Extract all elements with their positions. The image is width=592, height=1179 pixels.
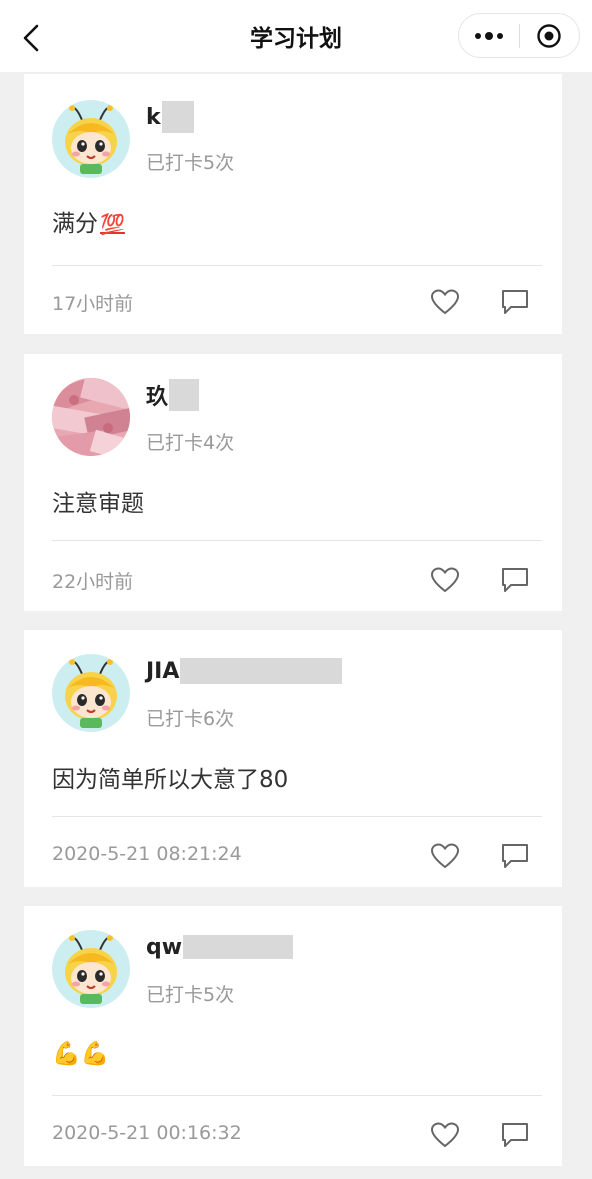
checkin-count: 已打卡5次 [146, 152, 235, 174]
avatar[interactable] [52, 930, 130, 1008]
more-dot [484, 31, 493, 40]
heart-icon [430, 289, 460, 315]
comment-icon [502, 290, 528, 314]
more-button[interactable] [459, 14, 519, 57]
post-card[interactable]: qw 已打卡5次 💪💪 2020-5-21 00:16:32 [24, 906, 562, 1166]
username-text: qw [146, 934, 183, 960]
post-content: 注意审题 [52, 491, 144, 517]
post-content: 满分 💯 [52, 204, 125, 238]
heart-icon [430, 843, 460, 869]
redaction-mask [161, 101, 194, 133]
like-button[interactable] [430, 1121, 460, 1149]
avatar[interactable] [52, 100, 130, 178]
post-time: 2020-5-21 00:16:32 [52, 1122, 242, 1144]
post-text: 满分 [52, 211, 98, 237]
checkin-count: 已打卡6次 [146, 708, 235, 730]
divider [52, 265, 542, 266]
username[interactable]: qw [146, 930, 294, 964]
post-time: 2020-5-21 08:21:24 [52, 843, 242, 865]
like-button[interactable] [430, 566, 460, 594]
post-content: 💪💪 [52, 1041, 110, 1067]
heart-icon [430, 567, 460, 593]
top-nav-bar: 学习计划 [0, 0, 592, 72]
post-card[interactable]: 玖 已打卡4次 注意审题 22小时前 [24, 354, 562, 611]
divider [52, 1095, 542, 1096]
username[interactable]: JIA [146, 654, 343, 688]
username[interactable]: k [146, 100, 194, 134]
bee-avatar-image [52, 930, 130, 1008]
checkin-count: 已打卡4次 [146, 432, 235, 454]
post-card[interactable]: k 已打卡5次 满分 💯 17小时前 [24, 74, 562, 334]
comment-button[interactable] [500, 288, 530, 316]
comment-icon [502, 1123, 528, 1147]
more-dot [496, 32, 503, 39]
redaction-mask [183, 935, 294, 959]
comment-button[interactable] [500, 1121, 530, 1149]
checkin-count: 已打卡5次 [146, 984, 235, 1006]
post-card[interactable]: JIA 已打卡6次 因为简单所以大意了80 2020-5-21 08:21:24 [24, 630, 562, 887]
avatar[interactable] [52, 378, 130, 456]
comment-icon [502, 568, 528, 592]
more-dots-icon [474, 32, 481, 39]
comment-button[interactable] [500, 566, 530, 594]
username-text: JIA [146, 658, 180, 684]
close-button[interactable] [519, 14, 579, 57]
divider [52, 540, 542, 541]
like-button[interactable] [430, 288, 460, 316]
avatar[interactable] [52, 654, 130, 732]
heart-icon [430, 1122, 460, 1148]
divider [52, 816, 542, 817]
comment-button[interactable] [500, 842, 530, 870]
bee-avatar-image [52, 654, 130, 732]
bee-avatar-image [52, 100, 130, 178]
post-time: 22小时前 [52, 571, 134, 593]
target-close-icon [537, 23, 561, 48]
hundred-emoji: 💯 [100, 212, 125, 236]
comment-icon [502, 844, 528, 868]
redaction-mask [169, 379, 200, 411]
post-time: 17小时前 [52, 293, 134, 315]
username-text: 玖 [146, 385, 169, 410]
username[interactable]: 玖 [146, 378, 200, 412]
money-avatar-image [52, 378, 130, 456]
post-content: 因为简单所以大意了80 [52, 767, 289, 793]
username-text: k [146, 104, 161, 130]
mini-program-capsule [458, 13, 580, 58]
redaction-mask [180, 658, 343, 684]
like-button[interactable] [430, 842, 460, 870]
